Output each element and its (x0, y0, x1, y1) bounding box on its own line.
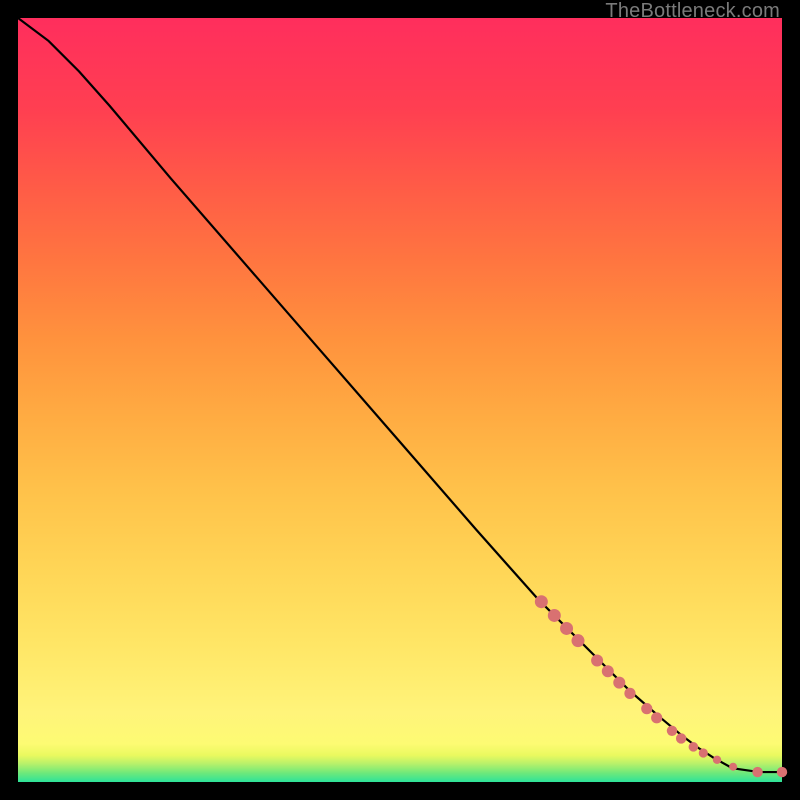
data-marker (591, 655, 603, 667)
data-marker (729, 763, 737, 771)
data-marker (752, 767, 762, 777)
markers-group (535, 595, 787, 777)
plot-area (18, 18, 782, 782)
data-marker (713, 756, 721, 764)
data-marker (676, 733, 686, 743)
bottleneck-curve (18, 18, 782, 772)
data-marker (651, 712, 662, 723)
data-marker (548, 609, 561, 622)
data-marker (613, 677, 625, 689)
data-marker (560, 622, 573, 635)
data-marker (641, 703, 652, 714)
data-marker (624, 688, 635, 699)
chart-stage: TheBottleneck.com (0, 0, 800, 800)
data-marker (602, 665, 614, 677)
data-marker (699, 748, 708, 757)
data-marker (572, 634, 585, 647)
data-marker (777, 767, 787, 777)
data-marker (535, 595, 548, 608)
data-marker (667, 726, 677, 736)
data-marker (689, 742, 699, 752)
chart-svg (18, 18, 782, 782)
